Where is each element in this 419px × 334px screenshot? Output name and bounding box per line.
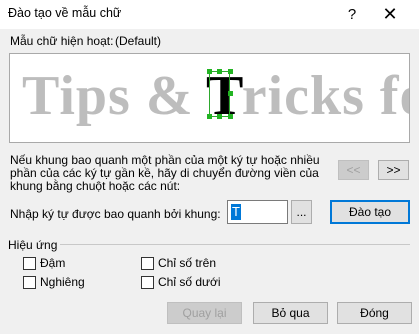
frame-handle-top-left[interactable] <box>207 69 212 74</box>
active-font-value: (Default) <box>115 34 162 48</box>
font-preview-area: Tips & Tricks fo T <box>9 53 410 143</box>
window-title: Đào tạo về mẫu chữ <box>8 6 122 20</box>
bold-checkbox-box[interactable] <box>23 256 36 270</box>
preview-text-after: ricks fo <box>241 65 410 127</box>
frame-handle-top[interactable] <box>217 69 222 74</box>
browse-characters-button[interactable]: ... <box>291 200 312 224</box>
preview-text-before: Tips & <box>22 65 208 127</box>
close-window-button[interactable]: ✕ <box>372 0 408 29</box>
bold-checkbox-label: Đậm <box>40 256 66 270</box>
effects-heading: Hiệu ứng <box>8 238 58 252</box>
superscript-checkbox-box[interactable] <box>141 256 154 270</box>
superscript-checkbox[interactable]: Chỉ số trên <box>141 256 216 270</box>
glyph-frame[interactable] <box>209 71 230 117</box>
subscript-checkbox-box[interactable] <box>141 275 154 289</box>
character-input[interactable]: T <box>227 200 288 224</box>
superscript-checkbox-label: Chỉ số trên <box>158 256 217 270</box>
frame-handle-top-right[interactable] <box>228 69 233 74</box>
frame-handle-right[interactable] <box>228 91 233 96</box>
help-button[interactable]: ? <box>334 0 370 29</box>
italic-checkbox-box[interactable] <box>23 275 36 289</box>
skip-button[interactable]: Bỏ qua <box>253 302 328 324</box>
previous-button[interactable]: << <box>338 160 369 180</box>
subscript-checkbox[interactable]: Chỉ số dưới <box>141 275 221 289</box>
subscript-checkbox-label: Chỉ số dưới <box>158 275 221 289</box>
character-input-value: T <box>231 204 241 220</box>
active-font-label: Mẫu chữ hiện hoạt: <box>10 34 114 48</box>
frame-handle-bottom-left[interactable] <box>207 114 212 119</box>
italic-checkbox-label: Nghiêng <box>40 275 85 289</box>
effects-divider <box>60 244 410 245</box>
instructions-text: Nếu khung bao quanh một phần của một ký … <box>10 153 320 193</box>
back-button[interactable]: Quay lại <box>167 302 242 324</box>
character-input-label: Nhập ký tự được bao quanh bởi khung: <box>10 207 221 221</box>
bold-checkbox[interactable]: Đậm <box>23 256 65 270</box>
frame-handle-bottom-right[interactable] <box>228 114 233 119</box>
italic-checkbox[interactable]: Nghiêng <box>23 275 85 289</box>
next-button[interactable]: >> <box>378 160 409 180</box>
train-button[interactable]: Đào tạo <box>330 200 410 224</box>
close-button[interactable]: Đóng <box>337 302 412 324</box>
frame-handle-bottom[interactable] <box>217 114 222 119</box>
